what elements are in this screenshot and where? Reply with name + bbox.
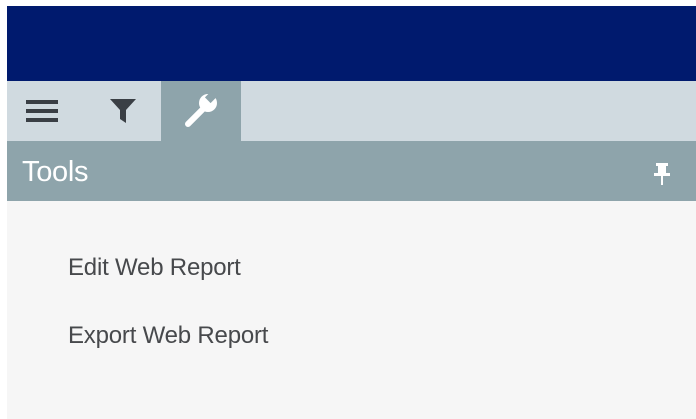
top-bar <box>7 6 696 81</box>
tools-menu-list: Edit Web Report Export Web Report <box>7 201 696 419</box>
hamburger-menu-icon <box>26 99 58 123</box>
panel-header: Tools <box>7 141 696 201</box>
wrench-icon <box>181 92 221 130</box>
pin-button[interactable] <box>652 163 672 185</box>
filter-button[interactable] <box>85 81 161 141</box>
filter-icon <box>109 97 137 125</box>
panel-title: Tools <box>22 156 89 188</box>
tools-tab-button[interactable] <box>161 81 241 141</box>
edit-web-report-item[interactable]: Edit Web Report <box>68 253 241 283</box>
export-web-report-item[interactable]: Export Web Report <box>68 321 268 351</box>
pin-icon <box>652 163 672 185</box>
app-window: Tools Edit Web Report Export Web Report <box>7 6 696 419</box>
menu-button[interactable] <box>7 81 77 141</box>
panel-toolbar <box>7 81 696 141</box>
